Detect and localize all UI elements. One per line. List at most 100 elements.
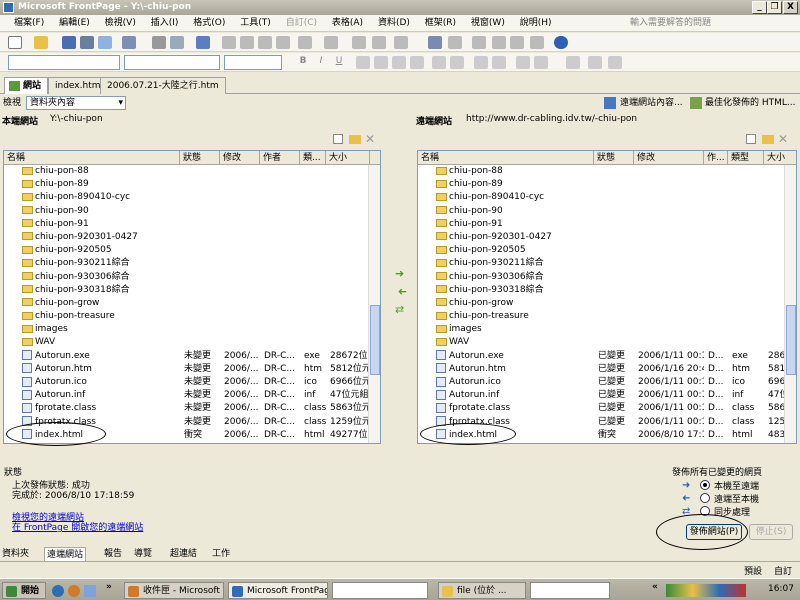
cut-icon[interactable] bbox=[222, 36, 236, 49]
menu-edit[interactable]: 編輯(E) bbox=[53, 15, 96, 32]
folder-row[interactable]: chiu-pon-890410-cyc bbox=[4, 191, 368, 204]
menu-tools[interactable]: 工具(T) bbox=[234, 15, 277, 32]
col-size[interactable]: 大小 bbox=[764, 151, 796, 165]
remote-new-page-icon[interactable] bbox=[746, 134, 756, 144]
bold-icon[interactable]: B bbox=[296, 56, 310, 69]
file-row[interactable]: fprotate.class 已變更 2006/1/11 00:17 D... clas… bbox=[418, 402, 791, 415]
hyperlink-icon[interactable] bbox=[472, 36, 486, 49]
folder-row[interactable]: chiu-pon-90 bbox=[418, 205, 784, 218]
file-row[interactable]: Autorun.inf 未變更 2006/... DR-C... inf 47位元組 bbox=[4, 389, 368, 402]
copy-right-arrow-icon[interactable]: ➜ bbox=[395, 268, 407, 279]
menu-format[interactable]: 格式(O) bbox=[187, 15, 231, 32]
col-size[interactable]: 大小 bbox=[326, 151, 370, 165]
task-file[interactable]: file (位於 ... bbox=[438, 582, 526, 599]
copy-icon[interactable] bbox=[240, 36, 254, 49]
folder-row[interactable]: chiu-pon-930306綜合 bbox=[418, 271, 784, 284]
tab-trip-page[interactable]: 2006.07.21-大陸之行.htm bbox=[100, 77, 226, 94]
folder-row[interactable]: chiu-pon-930318綜合 bbox=[418, 284, 784, 297]
style-select[interactable] bbox=[8, 55, 120, 70]
quicklaunch-outlook-icon[interactable] bbox=[68, 585, 80, 597]
quicklaunch-desktop-icon[interactable] bbox=[84, 585, 96, 597]
folder-row[interactable]: chiu-pon-treasure bbox=[4, 310, 368, 323]
task-blank-2[interactable] bbox=[530, 582, 610, 599]
numbering-icon[interactable] bbox=[474, 56, 488, 69]
start-button[interactable]: 開始 bbox=[2, 582, 46, 599]
option-remote-to-local[interactable]: 遠端至本機 bbox=[714, 492, 759, 505]
folder-row[interactable]: chiu-pon-890410-cyc bbox=[418, 191, 784, 204]
print-icon[interactable] bbox=[152, 36, 166, 49]
synchronize-arrow-icon[interactable]: ⇄ bbox=[395, 304, 407, 315]
file-row[interactable]: fprotate.class 未變更 2006/... DR-C... class 586… bbox=[4, 402, 370, 415]
save-icon[interactable] bbox=[62, 36, 76, 49]
web-component-icon[interactable] bbox=[352, 36, 366, 49]
underline-icon[interactable]: U bbox=[332, 56, 346, 69]
local-scroll-thumb[interactable] bbox=[370, 305, 380, 375]
minimize-button[interactable]: _ bbox=[752, 1, 767, 14]
radio-local-to-remote[interactable] bbox=[700, 480, 710, 490]
folder-row[interactable]: chiu-pon-91 bbox=[4, 218, 368, 231]
menu-window[interactable]: 視窗(W) bbox=[465, 15, 511, 32]
menu-help[interactable]: 說明(H) bbox=[514, 15, 558, 32]
file-row[interactable]: Autorun.exe已變更2006/1/11 00:12D...exe2867 bbox=[418, 350, 791, 363]
option-local-to-remote[interactable]: 本機至遠端 bbox=[714, 479, 759, 492]
restore-button[interactable]: ❐ bbox=[767, 1, 782, 14]
copy-left-arrow-icon[interactable]: ➜ bbox=[395, 285, 407, 298]
menu-view[interactable]: 檢視(V) bbox=[99, 15, 142, 32]
folder-row[interactable]: WAV bbox=[4, 336, 368, 349]
help-question-box[interactable]: 輸入需要解答的問題 bbox=[630, 16, 780, 30]
align-center-icon[interactable] bbox=[374, 56, 388, 69]
align-left-icon[interactable] bbox=[356, 56, 370, 69]
open-remote-site-link[interactable]: 在 FrontPage 開啟您的遠端網站 bbox=[12, 520, 143, 533]
view-tab-navigation[interactable]: 導覽 bbox=[134, 547, 152, 561]
col-modified[interactable]: 修改 bbox=[220, 151, 260, 165]
increase-indent-icon[interactable] bbox=[534, 56, 548, 69]
open-folder-icon[interactable] bbox=[34, 36, 48, 49]
folder-row[interactable]: WAV bbox=[418, 336, 784, 349]
file-row[interactable]: Autorun.htm已變更2006/1/16 20:46D...htm5812 bbox=[418, 363, 791, 376]
highlight-icon[interactable] bbox=[588, 56, 602, 69]
font-color-icon[interactable] bbox=[608, 56, 622, 69]
local-new-folder-icon[interactable] bbox=[349, 135, 361, 144]
folder-row[interactable]: chiu-pon-920505 bbox=[418, 244, 784, 257]
file-row[interactable]: Autorun.ico已變更2006/1/11 00:12D...ico6966 bbox=[418, 376, 791, 389]
local-delete-icon[interactable]: ✕ bbox=[365, 132, 375, 146]
quicklaunch-ie-icon[interactable] bbox=[52, 585, 64, 597]
stop-button[interactable]: 停止(S) bbox=[749, 524, 793, 540]
folder-row[interactable]: images bbox=[418, 323, 784, 336]
menu-data[interactable]: 資料(D) bbox=[372, 15, 416, 32]
local-file-list[interactable]: 名稱 狀態 修改 作者 類... 大小 chiu-pon-88 chiu-pon-… bbox=[3, 150, 381, 444]
remote-delete-icon[interactable]: ✕ bbox=[778, 132, 788, 146]
insert-table-icon[interactable] bbox=[372, 36, 386, 49]
format-painter-icon[interactable] bbox=[276, 36, 290, 49]
folder-row[interactable]: chiu-pon-920301-0427 bbox=[418, 231, 784, 244]
folder-row[interactable]: chiu-pon-91 bbox=[418, 218, 784, 231]
folder-row[interactable]: chiu-pon-88 bbox=[418, 165, 784, 178]
file-row[interactable]: Autorun.inf已變更2006/1/11 00:12D...inf47位 bbox=[418, 389, 788, 402]
preview-icon[interactable] bbox=[170, 36, 184, 49]
menu-custom[interactable]: 自訂(C) bbox=[280, 15, 323, 32]
system-tray-icons[interactable] bbox=[666, 584, 746, 597]
remote-scroll-thumb[interactable] bbox=[786, 305, 796, 375]
view-tab-hyperlinks[interactable]: 超連結 bbox=[170, 547, 197, 561]
search-icon[interactable] bbox=[80, 36, 94, 49]
remote-file-list[interactable]: 名稱 狀態 修改 作... 類型 大小 chiu-pon-88 chiu-pon-… bbox=[417, 150, 797, 444]
folder-row[interactable]: chiu-pon-treasure bbox=[418, 310, 784, 323]
col-type[interactable]: 類... bbox=[300, 151, 326, 165]
show-all-icon[interactable] bbox=[530, 36, 544, 49]
undo-icon[interactable] bbox=[298, 36, 312, 49]
view-select[interactable]: 資料夾內容 ▾ bbox=[26, 96, 126, 110]
remote-scrollbar[interactable] bbox=[784, 165, 796, 443]
tab-site[interactable]: 網站 bbox=[4, 77, 49, 94]
view-tab-tasks[interactable]: 工作 bbox=[212, 547, 230, 561]
col-name[interactable]: 名稱 bbox=[418, 151, 594, 165]
folder-row[interactable]: chiu-pon-930211綜合 bbox=[4, 257, 368, 270]
folder-row[interactable]: chiu-pon-grow bbox=[418, 297, 784, 310]
remote-content-link[interactable]: 遠端網站內容... bbox=[620, 94, 683, 112]
col-author[interactable]: 作者 bbox=[260, 151, 300, 165]
border-icon[interactable] bbox=[566, 56, 580, 69]
file-row[interactable]: Autorun.ico 未變更 2006/... DR-C... ico 6966位元組 bbox=[4, 376, 370, 389]
view-tab-folders[interactable]: 資料夾 bbox=[2, 547, 29, 561]
task-inbox[interactable]: 收件匣 - Microsoft ... bbox=[124, 582, 224, 599]
folder-row[interactable]: chiu-pon-89 bbox=[4, 178, 368, 191]
menu-frames[interactable]: 框架(R) bbox=[419, 15, 462, 32]
